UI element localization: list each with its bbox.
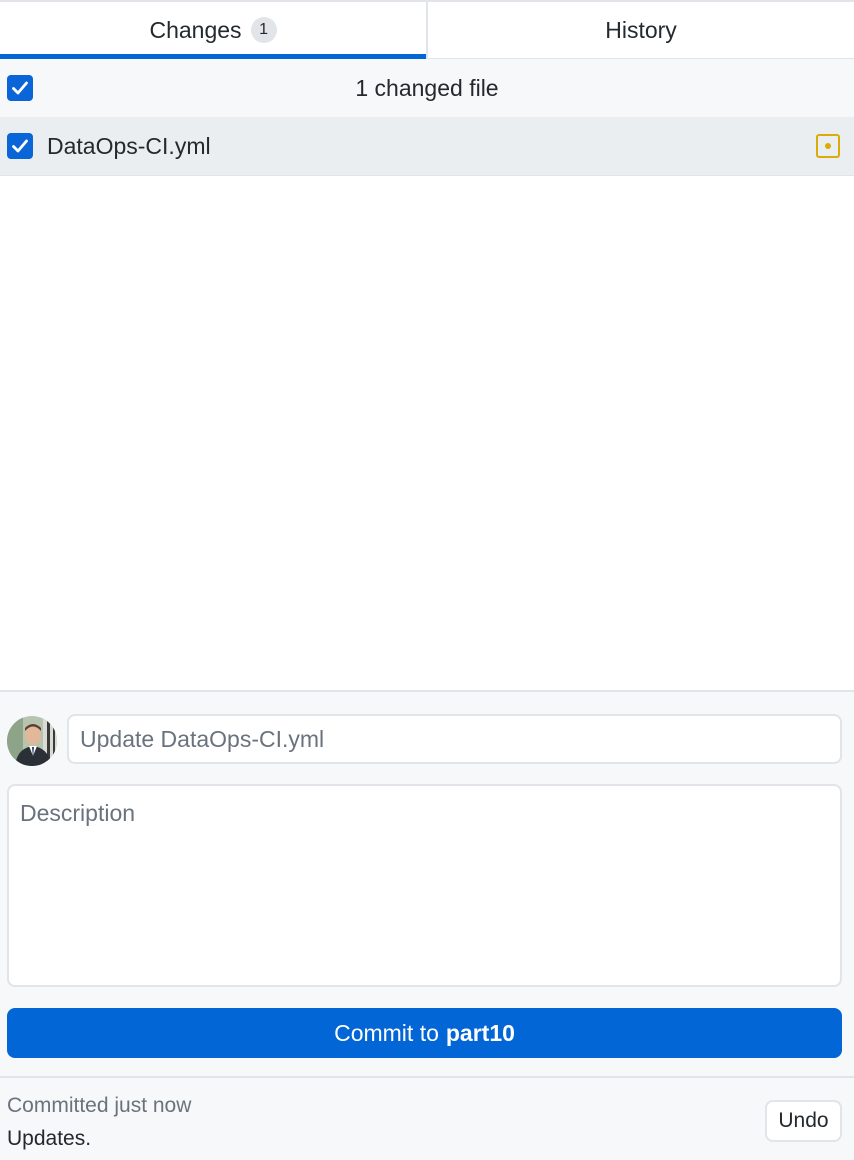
file-list-item[interactable]: DataOps-CI.yml <box>0 117 854 176</box>
commit-summary-input[interactable] <box>67 714 842 764</box>
last-commit-footer: Committed just now Updates. Undo <box>0 1076 854 1160</box>
avatar-photo-icon <box>7 716 57 766</box>
commit-branch-name: part10 <box>445 1019 515 1046</box>
tab-changes[interactable]: Changes 1 <box>0 2 428 59</box>
changed-files-count: 1 changed file <box>355 74 499 101</box>
changed-files-header: 1 changed file <box>0 59 854 118</box>
user-avatar <box>7 716 57 766</box>
undo-button[interactable]: Undo <box>765 1100 842 1142</box>
commit-button[interactable]: Commit to part10 <box>7 1008 842 1058</box>
commit-message-area: Commit to part10 <box>0 690 854 1076</box>
commit-button-prefix: Commit to <box>334 1019 439 1046</box>
file-modified-icon <box>816 134 840 158</box>
changes-count-badge: 1 <box>250 17 277 43</box>
desktop-app-changes-panel: Changes 1 History 1 changed file DataOps… <box>0 0 854 1160</box>
checkmark-icon <box>12 139 28 153</box>
tab-changes-label: Changes <box>149 16 242 43</box>
select-all-checkbox[interactable] <box>7 75 33 101</box>
tab-history-label: History <box>605 16 677 43</box>
commit-description-input[interactable] <box>7 784 842 987</box>
file-name: DataOps-CI.yml <box>47 132 211 159</box>
tab-bar: Changes 1 History <box>0 0 854 59</box>
checkmark-icon <box>12 81 28 95</box>
last-commit-time: Committed just now <box>7 1094 192 1117</box>
tab-history[interactable]: History <box>428 2 854 58</box>
last-commit-summary: Updates. <box>7 1127 92 1150</box>
file-include-checkbox[interactable] <box>7 133 33 159</box>
